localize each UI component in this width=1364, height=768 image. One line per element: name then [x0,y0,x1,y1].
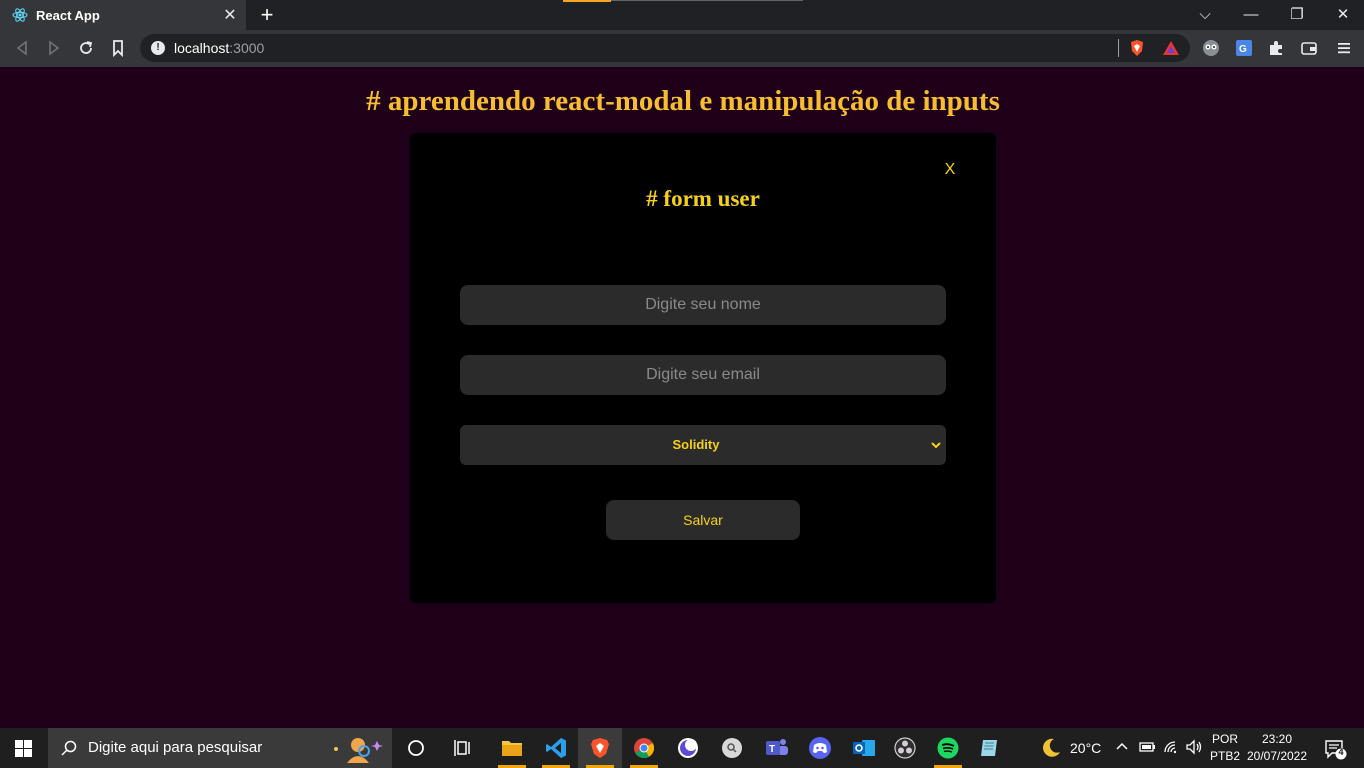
outlook-icon [853,740,875,756]
taskbar-outlook[interactable] [842,728,886,768]
brave-shields-icon[interactable] [1128,39,1146,57]
address-bar[interactable]: ! localhost:3000 [140,34,1190,62]
language-select[interactable]: Solidity [460,425,946,465]
taskbar-file-explorer[interactable] [490,728,534,768]
search-placeholder: Digite aqui para pesquisar [88,739,263,756]
url-host: localhost [174,40,230,56]
minimize-button[interactable]: — [1228,0,1274,30]
svg-text:G: G [1239,44,1247,55]
battery-icon[interactable] [1138,740,1156,754]
address-separator [1118,39,1119,57]
spotify-icon [937,737,959,759]
wallet-icon[interactable] [1300,39,1318,57]
task-view-button[interactable] [442,728,486,768]
volume-icon[interactable] [1185,739,1203,755]
form-modal: X # form user Solidity Salvar [410,133,996,603]
taskbar-discord[interactable] [798,728,842,768]
vscode-icon [546,738,566,758]
tab-close-icon[interactable]: ✕ [220,5,240,25]
page-title: # aprendendo react-modal e manipulação d… [366,85,1000,117]
bookmark-icon[interactable] [106,37,130,59]
task-view-icon [454,740,470,756]
tab-title: React App [36,7,100,23]
taskbar-vscode[interactable] [534,728,578,768]
tab-react-app[interactable]: React App ✕ [0,0,246,30]
brave-icon [591,738,609,758]
clock-time[interactable]: 23:20 [1246,732,1308,746]
modal-title: # form user [646,186,760,211]
restore-button[interactable]: ❐ [1274,0,1320,30]
page-content: # aprendendo react-modal e manipulação d… [0,67,1364,728]
teams-icon: T [766,739,788,755]
extensions-puzzle-icon[interactable] [1267,39,1285,57]
taskbar-chrome[interactable] [622,728,666,768]
browser-toolbar: ! localhost:3000 G [0,30,1364,67]
weather-temperature[interactable]: 20°C [1070,740,1101,756]
back-icon[interactable] [10,37,34,59]
language-indicator-line1[interactable]: POR [1208,732,1242,746]
tab-search-icon[interactable]: ⌵ [1182,0,1228,30]
cortana-button[interactable] [394,728,438,768]
chrome-icon [634,738,655,759]
loading-indicator [563,0,611,2]
modal-close-button[interactable]: X [941,160,959,180]
notes-app-icon [981,740,997,756]
window-close-button[interactable]: ✕ [1320,0,1364,30]
chevron-down-icon [931,442,941,449]
name-input[interactable] [460,285,946,325]
loading-track [611,0,803,1]
taskbar-brave[interactable] [578,728,622,768]
email-input[interactable] [460,355,946,395]
taskbar-spotify[interactable] [926,728,970,768]
taskbar-notes[interactable] [968,728,1012,768]
discord-icon [809,737,831,759]
taskbar-teams[interactable]: T [754,728,798,768]
chevron-up-icon[interactable] [1115,740,1129,754]
new-tab-button[interactable]: + [256,3,278,27]
url-port: :3000 [229,40,265,56]
save-button[interactable]: Salvar [606,500,800,540]
taskbar-obs[interactable] [884,728,928,768]
moon-app-icon [678,738,698,758]
taskbar-app-search[interactable] [710,728,754,768]
windows-start-icon[interactable] [15,740,32,757]
notification-count-badge: 4 [1338,747,1344,757]
reload-icon[interactable] [74,37,98,59]
brave-rewards-icon[interactable] [1162,39,1180,57]
select-value: Solidity [672,437,720,452]
react-icon [12,8,28,22]
url-text[interactable]: localhost:3000 [174,40,264,56]
search-icon [61,740,77,756]
menu-icon[interactable] [1335,39,1353,57]
extension-mascot-icon[interactable] [1202,39,1220,57]
weather-moon-icon[interactable] [1040,737,1062,759]
search-highlight-icon [334,738,383,763]
translate-icon[interactable]: G [1235,39,1253,57]
cortana-icon [408,740,424,756]
folder-icon [502,741,522,756]
wifi-icon[interactable] [1163,739,1181,755]
windows-taskbar: Digite aqui para pesquisar T 20°C POR PT… [0,728,1364,768]
forward-icon[interactable] [42,37,66,59]
svg-text:T: T [769,744,775,755]
clock-date[interactable]: 20/07/2022 [1246,749,1308,763]
browser-tab-bar: React App ✕ + ⌵ — ❐ ✕ [0,0,1364,30]
taskbar-search[interactable]: Digite aqui para pesquisar [48,728,392,768]
magnifier-app-icon [722,738,742,758]
taskbar-app-moon[interactable] [666,728,710,768]
obs-icon [894,737,916,759]
language-indicator-line2[interactable]: PTB2 [1208,749,1242,763]
info-icon[interactable]: ! [151,41,165,55]
